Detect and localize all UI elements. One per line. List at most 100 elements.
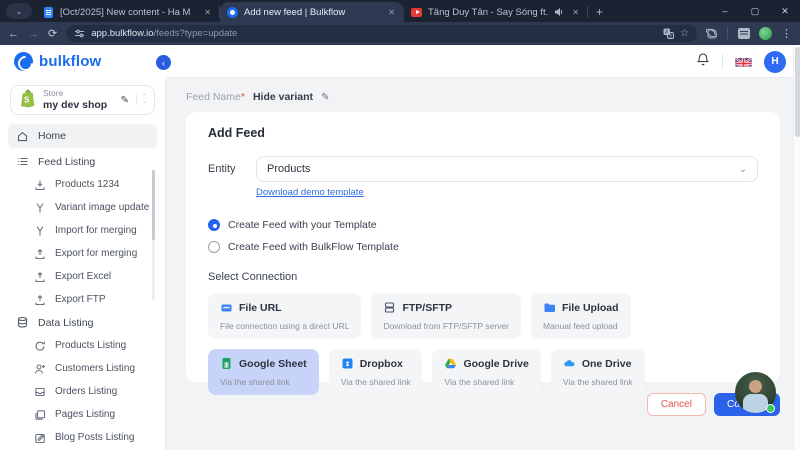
- sidebar-item-import-for-merging[interactable]: Import for merging: [0, 219, 165, 242]
- tab-title: [Oct/2025] New content - Ha M: [60, 7, 196, 18]
- minimize-icon[interactable]: –: [710, 6, 740, 16]
- sidebar-item-feed-listing[interactable]: Feed Listing: [0, 150, 165, 173]
- store-edit-pencil-icon[interactable]: ✎: [121, 95, 129, 106]
- sidebar-item-export-for-merging[interactable]: Export for merging: [0, 242, 165, 265]
- tab-search-chevron-icon: ⌄: [15, 6, 23, 17]
- merge-icon: [34, 202, 46, 214]
- bulkflow-favicon-icon: [227, 7, 238, 18]
- sidebar-item-home[interactable]: Home: [8, 124, 157, 148]
- sidebar-item-variant-image-update[interactable]: Variant image update: [0, 196, 165, 219]
- browser-tab-youtube[interactable]: Tăng Duy Tân - Say Sóng ft. ✕: [404, 2, 588, 22]
- topbar-actions: H: [696, 51, 800, 73]
- bell-icon[interactable]: [696, 52, 710, 72]
- download-icon: [34, 179, 46, 191]
- radio-selected-icon[interactable]: [208, 219, 220, 231]
- google-sheet-icon: [220, 357, 233, 370]
- url-text[interactable]: app.bulkflow.io/feeds?type=update: [91, 28, 657, 39]
- sidebar-nav: Home Feed Listing Products 1234 Variant …: [0, 124, 165, 449]
- store-selector[interactable]: S Store my dev shop ✎ ⌃⌄: [10, 85, 155, 115]
- feed-listing-icon: [16, 155, 29, 168]
- connection-name: One Drive: [582, 358, 632, 370]
- store-switcher-icon[interactable]: ⌃⌄: [136, 95, 147, 106]
- sidebar-item-orders-listing[interactable]: Orders Listing: [0, 380, 165, 403]
- sidebar-item-products-listing[interactable]: Products Listing: [0, 334, 165, 357]
- browser-menu-icon[interactable]: ⋮: [781, 27, 792, 40]
- maximize-icon[interactable]: ▢: [740, 6, 770, 17]
- extensions-icon[interactable]: [706, 28, 718, 40]
- store-label: Store: [43, 89, 114, 99]
- radio-unselected-icon[interactable]: [208, 241, 220, 253]
- sidebar-item-blog-posts-listing[interactable]: Blog Posts Listing: [0, 426, 165, 449]
- footer-actions: Cancel Continue: [166, 382, 800, 427]
- entity-value: Products: [267, 163, 310, 175]
- required-asterisk: *: [241, 91, 245, 103]
- tab-close-icon[interactable]: ✕: [386, 8, 397, 17]
- nav-label: Export Excel: [55, 271, 111, 282]
- connection-file-upload[interactable]: File Upload Manual feed upload: [531, 293, 631, 339]
- youtube-favicon-icon: [411, 7, 422, 18]
- customers-icon: [34, 363, 46, 375]
- window-close-icon[interactable]: ✕: [770, 6, 800, 17]
- tab-search-button[interactable]: ⌄: [6, 3, 32, 19]
- sidebar-collapse-button[interactable]: ‹: [156, 55, 171, 70]
- database-icon: [16, 316, 29, 329]
- cancel-button[interactable]: Cancel: [647, 393, 706, 416]
- translate-icon[interactable]: A文: [663, 28, 674, 39]
- sidebar-item-products-1234[interactable]: Products 1234: [0, 173, 165, 196]
- language-flag-icon[interactable]: [735, 56, 752, 67]
- connection-file-url[interactable]: File URL File connection using a direct …: [208, 293, 361, 339]
- browser-tab-docs[interactable]: [Oct/2025] New content - Ha M ✕: [36, 2, 220, 22]
- feed-name-label: Feed Name*: [186, 91, 245, 103]
- bulkflow-logo[interactable]: bulkflow: [0, 52, 166, 71]
- sidebar-scrollbar[interactable]: [152, 170, 155, 300]
- radio-bulkflow-template[interactable]: Create Feed with BulkFlow Template: [208, 236, 758, 258]
- address-bar[interactable]: app.bulkflow.io/feeds?type=update A文 ☆: [66, 25, 697, 42]
- select-connection-label: Select Connection: [208, 271, 758, 283]
- bookmark-star-icon[interactable]: ☆: [680, 28, 689, 39]
- bulkflow-logo-icon: [14, 52, 33, 71]
- nav-label: Variant image update: [55, 202, 149, 213]
- page-scrollbar[interactable]: [793, 45, 800, 450]
- brand-name: bulkflow: [39, 53, 101, 70]
- new-tab-icon[interactable]: +: [596, 5, 603, 19]
- tab-close-icon[interactable]: ✕: [570, 8, 581, 17]
- add-feed-card: Add Feed Entity Products ⌄ Download demo…: [186, 112, 780, 382]
- blog-edit-icon: [34, 432, 46, 444]
- connection-name: File Upload: [562, 302, 619, 314]
- connection-ftp-sftp[interactable]: FTP/SFTP Download from FTP/SFTP server: [371, 293, 521, 339]
- nav-label: Pages Listing: [55, 409, 115, 420]
- topbar-divider: [722, 54, 723, 70]
- tab-title: Add new feed | Bulkflow: [244, 7, 380, 18]
- browser-tab-bulkflow[interactable]: Add new feed | Bulkflow ✕: [220, 2, 404, 22]
- url-host: app.bulkflow.io: [91, 28, 153, 39]
- merge-icon: [34, 225, 46, 237]
- online-status-dot: [766, 404, 775, 413]
- sidebar-item-customers-listing[interactable]: Customers Listing: [0, 357, 165, 380]
- connection-desc: File connection using a direct URL: [220, 321, 349, 331]
- audio-speaker-icon[interactable]: [554, 7, 564, 17]
- file-url-icon: [220, 301, 233, 314]
- sidebar-item-pages-listing[interactable]: Pages Listing: [0, 403, 165, 426]
- nav-label: Import for merging: [55, 225, 137, 236]
- notes-extension-icon[interactable]: [737, 27, 750, 40]
- reload-icon[interactable]: ⟳: [48, 27, 57, 40]
- site-settings-icon[interactable]: [74, 28, 85, 39]
- nav-label: Feed Listing: [38, 156, 95, 168]
- nav-label: Export FTP: [55, 294, 106, 305]
- nav-label: Products Listing: [55, 340, 126, 351]
- tab-close-icon[interactable]: ✕: [202, 8, 213, 17]
- sidebar-item-export-ftp[interactable]: Export FTP: [0, 288, 165, 311]
- forward-icon[interactable]: →: [28, 28, 39, 40]
- user-avatar[interactable]: H: [764, 51, 786, 73]
- entity-label: Entity: [208, 163, 256, 175]
- green-extension-icon[interactable]: [759, 27, 772, 40]
- sidebar-item-data-listing[interactable]: Data Listing: [0, 311, 165, 334]
- entity-select[interactable]: Products ⌄: [256, 156, 758, 182]
- store-info: Store my dev shop: [43, 89, 114, 111]
- radio-your-template[interactable]: Create Feed with your Template: [208, 214, 758, 236]
- feed-name-value: Hide variant: [253, 91, 313, 103]
- feed-name-edit-icon[interactable]: ✎: [321, 92, 329, 103]
- download-demo-template-link[interactable]: Download demo template: [256, 187, 364, 198]
- back-icon[interactable]: ←: [8, 28, 19, 40]
- sidebar-item-export-excel[interactable]: Export Excel: [0, 265, 165, 288]
